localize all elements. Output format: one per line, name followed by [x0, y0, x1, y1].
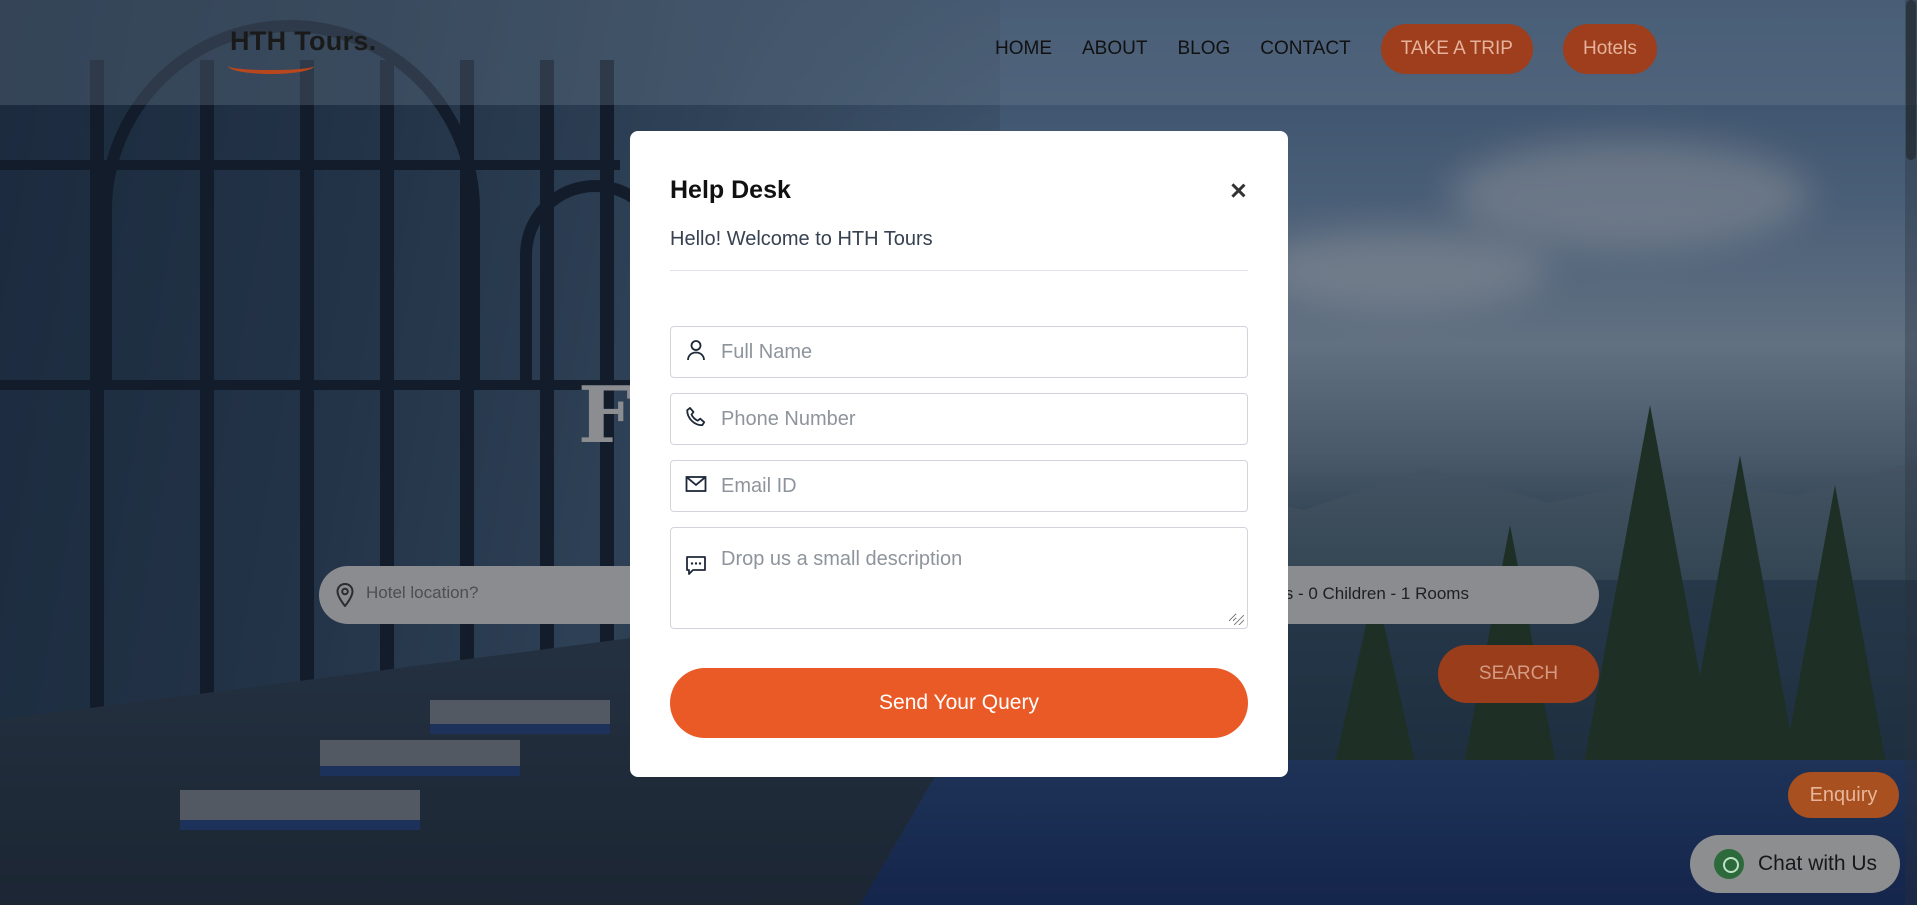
nav-about[interactable]: ABOUT: [1082, 24, 1147, 74]
hotels-button[interactable]: Hotels: [1562, 24, 1657, 74]
mail-icon: [685, 476, 707, 492]
modal-subtitle: Hello! Welcome to HTH Tours: [670, 228, 933, 250]
full-name-input[interactable]: [721, 327, 1237, 378]
close-icon[interactable]: [1226, 179, 1250, 203]
email-input[interactable]: [721, 461, 1237, 512]
nav-contact[interactable]: CONTACT: [1260, 24, 1350, 74]
location-pin-icon: [336, 583, 354, 607]
phone-field: [670, 393, 1248, 445]
site-header: HTH Tours. HOME ABOUT BLOG CONTACT TAKE …: [0, 0, 1917, 105]
guests-rooms-selector[interactable]: ts - 0 Children - 1 Rooms: [1280, 584, 1469, 604]
user-icon: [687, 340, 705, 361]
nav-home[interactable]: HOME: [995, 24, 1052, 74]
chat-bubble-icon: [686, 556, 706, 575]
hotel-location-input[interactable]: Hotel location?: [366, 583, 478, 603]
description-field: [670, 527, 1248, 629]
search-button[interactable]: SEARCH: [1438, 645, 1599, 703]
description-textarea[interactable]: [721, 548, 1237, 622]
main-nav: HOME ABOUT BLOG CONTACT TAKE A TRIP Hote…: [995, 24, 1687, 74]
send-query-button[interactable]: Send Your Query: [670, 668, 1248, 738]
nav-blog[interactable]: BLOG: [1177, 24, 1230, 74]
whatsapp-icon: [1714, 849, 1744, 879]
resize-handle[interactable]: [1234, 615, 1244, 625]
logo-swoosh: [228, 58, 314, 74]
enquiry-button[interactable]: Enquiry: [1788, 772, 1899, 818]
site-logo[interactable]: HTH Tours.: [230, 26, 377, 57]
divider: [670, 270, 1248, 271]
page-scrollbar[interactable]: [1905, 0, 1917, 905]
modal-title: Help Desk: [670, 176, 791, 204]
chat-with-us-button[interactable]: Chat with Us: [1690, 835, 1900, 893]
take-a-trip-button[interactable]: TAKE A TRIP: [1380, 24, 1533, 74]
phone-input[interactable]: [721, 394, 1237, 445]
help-desk-modal: Help Desk Hello! Welcome to HTH Tours Fu…: [630, 131, 1288, 777]
chat-label: Chat with Us: [1758, 852, 1878, 875]
email-field: [670, 460, 1248, 512]
full-name-field: [670, 326, 1248, 378]
scrollbar-thumb[interactable]: [1906, 0, 1916, 160]
phone-icon: [686, 407, 706, 427]
